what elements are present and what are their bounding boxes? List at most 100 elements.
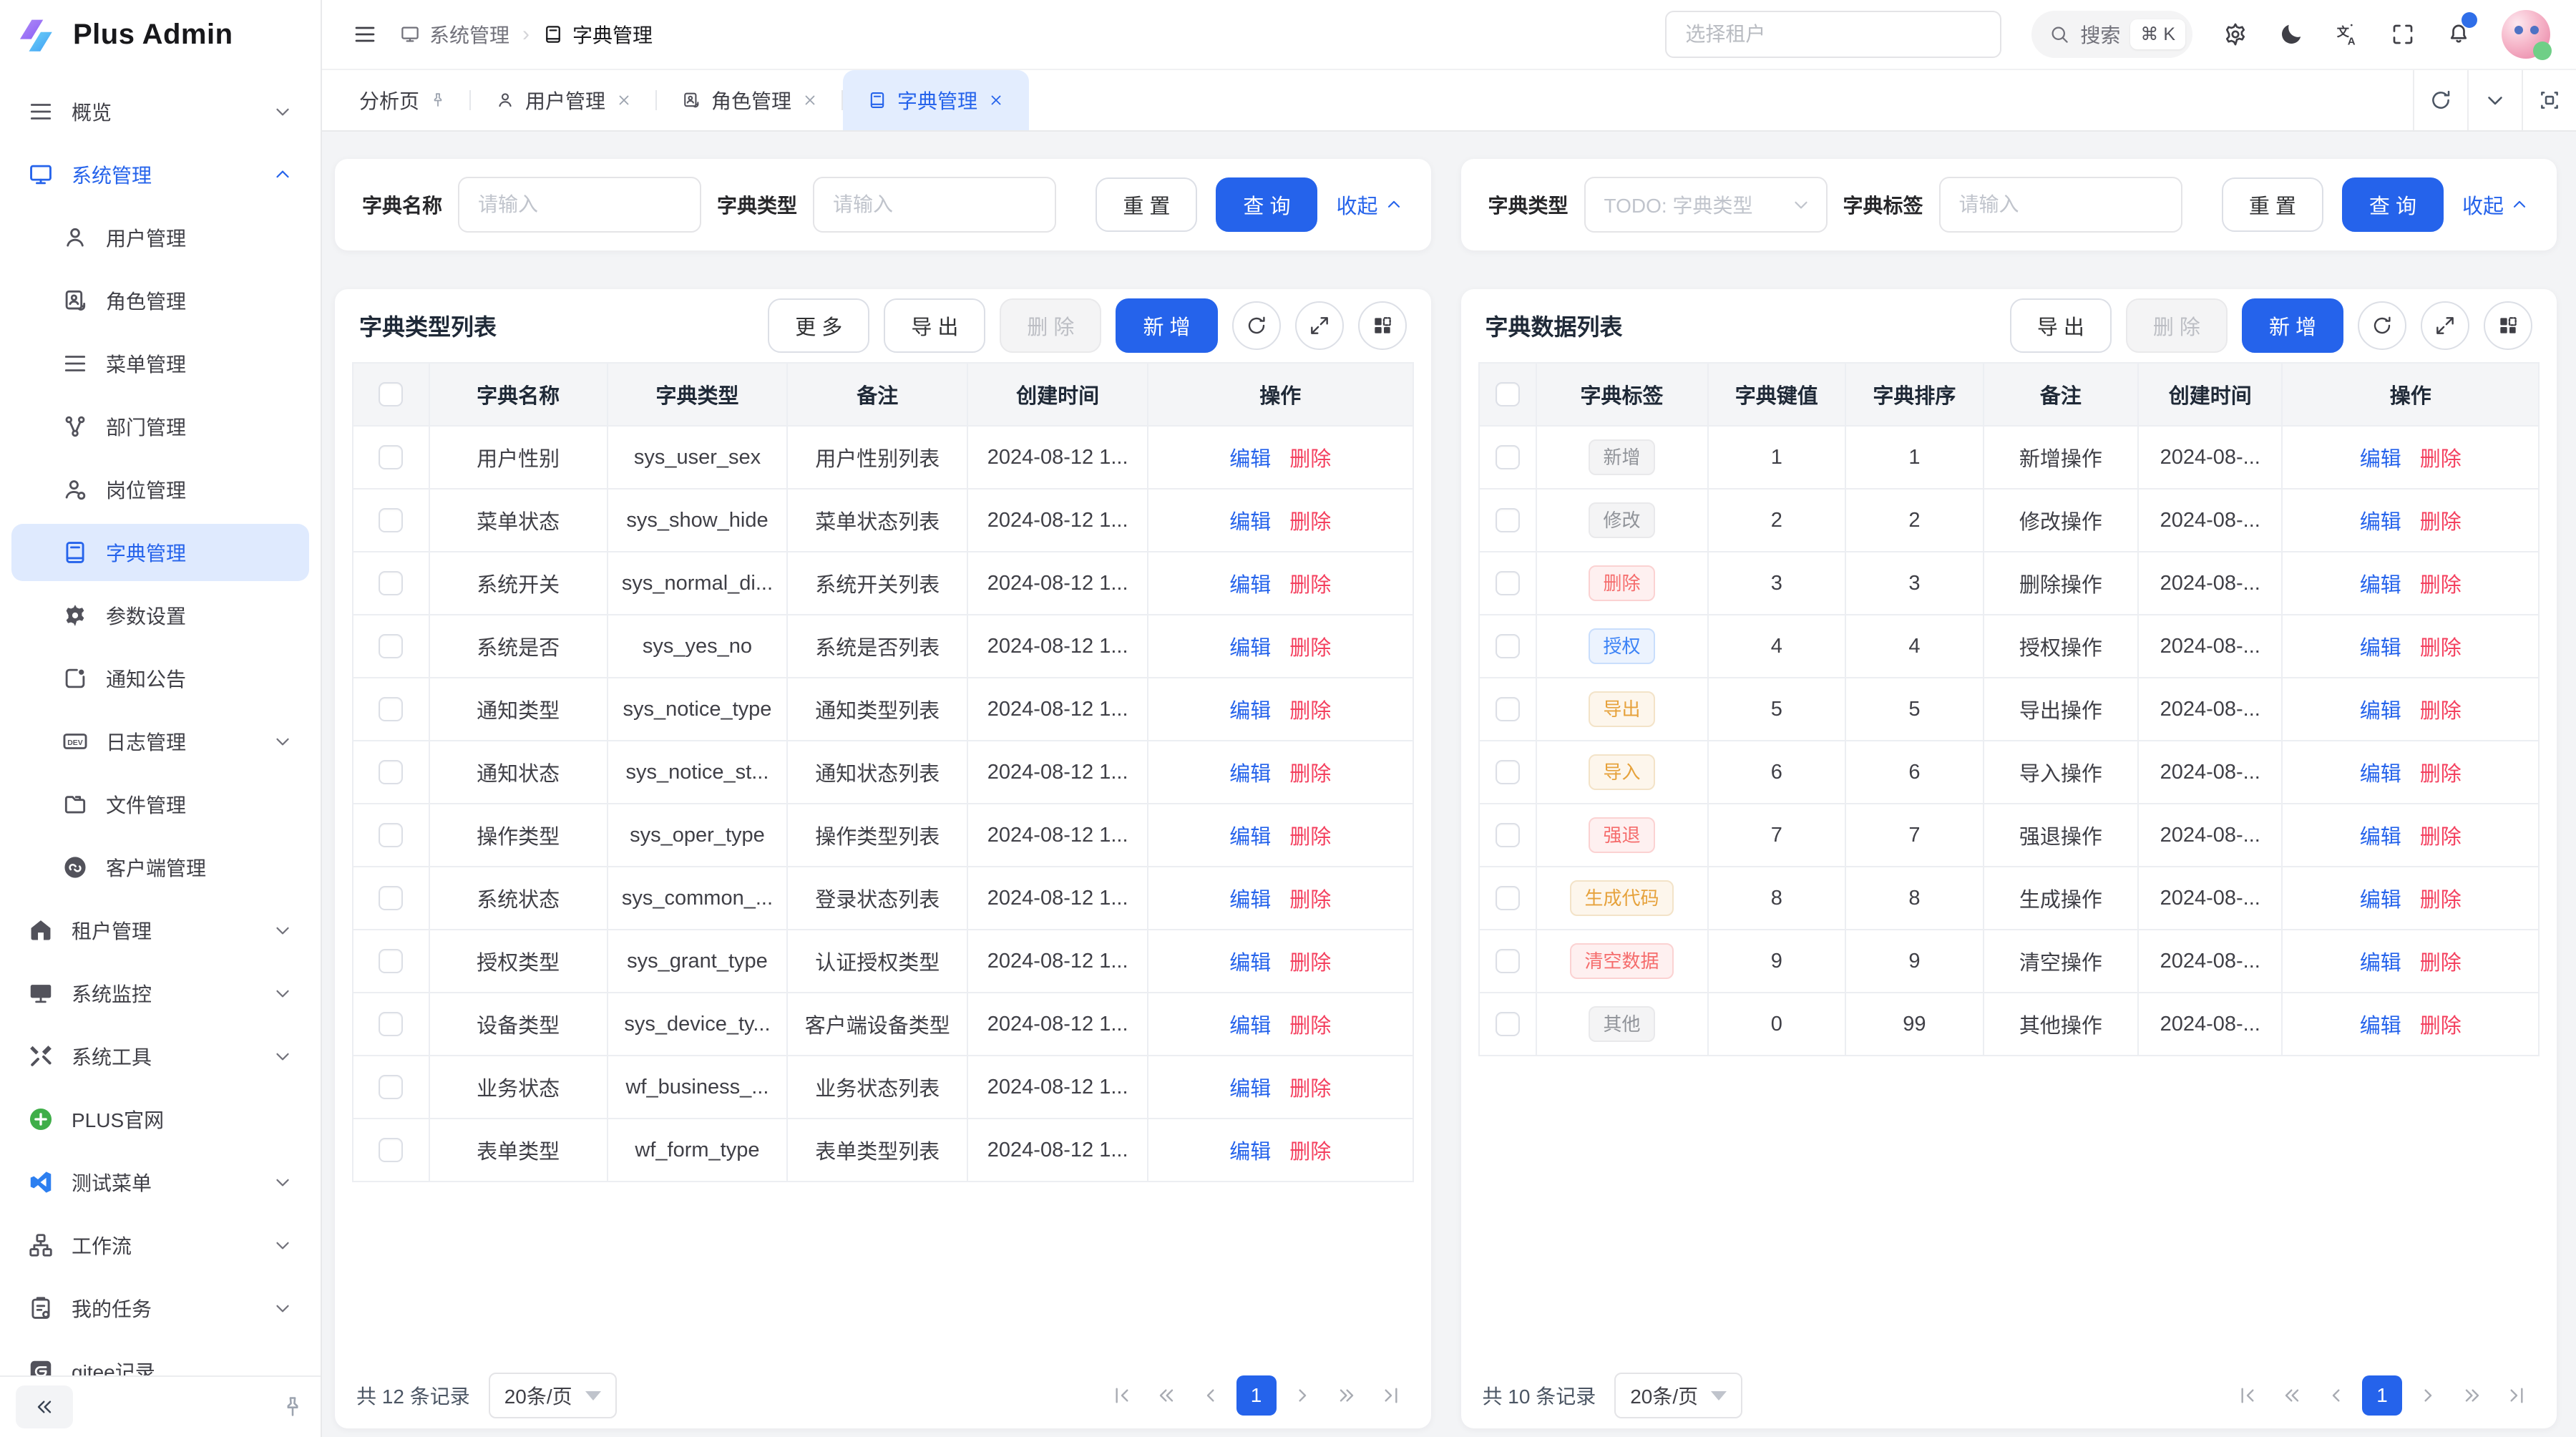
delete-link[interactable]: 删除: [1289, 1141, 1331, 1164]
pin-icon[interactable]: [429, 92, 447, 109]
edit-link[interactable]: 编辑: [2360, 763, 2401, 786]
query-button[interactable]: 查 询: [1216, 177, 1317, 232]
page-size-select[interactable]: 20条/页: [489, 1373, 617, 1418]
row-checkbox[interactable]: [1496, 1012, 1520, 1036]
delete-button[interactable]: 删 除: [2126, 298, 2228, 353]
row-checkbox[interactable]: [379, 571, 403, 595]
sidebar-item-log-management[interactable]: DEV日志管理: [11, 713, 309, 770]
row-checkbox[interactable]: [379, 1012, 403, 1036]
row-checkbox[interactable]: [1496, 445, 1520, 469]
collapse-filters-link[interactable]: 收起: [2462, 190, 2529, 220]
delete-link[interactable]: 删除: [2420, 1015, 2462, 1038]
more-button[interactable]: 更 多: [768, 298, 869, 353]
tab-user-management[interactable]: 用户管理: [471, 70, 657, 130]
tab-analysis[interactable]: 分析页: [335, 70, 471, 130]
sidebar-item-overview[interactable]: 概览: [11, 83, 309, 140]
sidebar-item-file-management[interactable]: 文件管理: [11, 776, 309, 833]
delete-button[interactable]: 删 除: [1000, 298, 1101, 353]
notifications-button[interactable]: [2446, 19, 2472, 50]
refresh-page-button[interactable]: [2413, 70, 2467, 130]
add-button[interactable]: 新 增: [2242, 298, 2343, 353]
sidebar-item-dict-management[interactable]: 字典管理: [11, 524, 309, 581]
edit-link[interactable]: 编辑: [1229, 511, 1271, 534]
row-checkbox[interactable]: [379, 949, 403, 973]
edit-link[interactable]: 编辑: [1229, 763, 1271, 786]
delete-link[interactable]: 删除: [1289, 700, 1331, 723]
row-checkbox[interactable]: [379, 1075, 403, 1099]
delete-link[interactable]: 删除: [2420, 889, 2462, 912]
row-checkbox[interactable]: [1496, 823, 1520, 847]
edit-link[interactable]: 编辑: [1229, 1141, 1271, 1164]
last-page-button[interactable]: [1372, 1377, 1410, 1414]
expand-table-button[interactable]: [1295, 301, 1344, 350]
sidebar-item-system-monitor[interactable]: 系统监控: [11, 965, 309, 1022]
row-checkbox[interactable]: [1496, 571, 1520, 595]
edit-link[interactable]: 编辑: [2360, 511, 2401, 534]
select-all-checkbox[interactable]: [379, 382, 403, 406]
global-search[interactable]: 搜索 ⌘ K: [2031, 11, 2192, 58]
refresh-table-button[interactable]: [2358, 301, 2406, 350]
sidebar-item-plus-site[interactable]: PLUS官网: [11, 1091, 309, 1148]
row-checkbox[interactable]: [379, 760, 403, 784]
dict-tag-input[interactable]: [1939, 177, 2182, 233]
delete-link[interactable]: 删除: [2420, 952, 2462, 975]
sidebar-item-test-menu[interactable]: 测试菜单: [11, 1154, 309, 1211]
row-checkbox[interactable]: [379, 634, 403, 658]
sidebar-item-notice[interactable]: 通知公告: [11, 650, 309, 707]
prev-page-button[interactable]: [1192, 1377, 1229, 1414]
first-page-button[interactable]: [1103, 1377, 1141, 1414]
close-icon[interactable]: [615, 92, 633, 109]
row-checkbox[interactable]: [1496, 760, 1520, 784]
collapse-filters-link[interactable]: 收起: [1336, 190, 1403, 220]
edit-link[interactable]: 编辑: [1229, 889, 1271, 912]
row-checkbox[interactable]: [1496, 508, 1520, 532]
row-checkbox[interactable]: [379, 823, 403, 847]
fullscreen-icon[interactable]: [2390, 21, 2416, 47]
delete-link[interactable]: 删除: [1289, 952, 1331, 975]
dict-type-select[interactable]: TODO: 字典类型: [1584, 177, 1828, 233]
avatar[interactable]: [2502, 10, 2550, 59]
dict-name-input[interactable]: [458, 177, 701, 233]
dict-type-input[interactable]: [813, 177, 1056, 233]
delete-link[interactable]: 删除: [2420, 574, 2462, 597]
delete-link[interactable]: 删除: [1289, 448, 1331, 471]
sidebar-item-post-management[interactable]: 岗位管理: [11, 461, 309, 518]
delete-link[interactable]: 删除: [1289, 1078, 1331, 1101]
page-size-select[interactable]: 20条/页: [1614, 1373, 1742, 1418]
edit-link[interactable]: 编辑: [2360, 1015, 2401, 1038]
row-checkbox[interactable]: [379, 508, 403, 532]
delete-link[interactable]: 删除: [2420, 637, 2462, 660]
row-checkbox[interactable]: [1496, 634, 1520, 658]
sidebar-item-system-management[interactable]: 系统管理: [11, 146, 309, 203]
moon-icon[interactable]: [2278, 21, 2304, 47]
row-checkbox[interactable]: [379, 697, 403, 721]
content-fullscreen-button[interactable]: [2522, 70, 2576, 130]
edit-link[interactable]: 编辑: [1229, 1015, 1271, 1038]
sidebar-item-user-management[interactable]: 用户管理: [11, 209, 309, 266]
sidebar-item-workflow[interactable]: 工作流: [11, 1217, 309, 1274]
delete-link[interactable]: 删除: [2420, 826, 2462, 849]
delete-link[interactable]: 删除: [1289, 763, 1331, 786]
edit-link[interactable]: 编辑: [2360, 952, 2401, 975]
next-pages-button[interactable]: [2454, 1377, 2491, 1414]
prev-page-button[interactable]: [2318, 1377, 2355, 1414]
edit-link[interactable]: 编辑: [1229, 637, 1271, 660]
column-settings-button[interactable]: [1358, 301, 1407, 350]
sidebar-item-dept-management[interactable]: 部门管理: [11, 398, 309, 455]
delete-link[interactable]: 删除: [1289, 574, 1331, 597]
last-page-button[interactable]: [2498, 1377, 2535, 1414]
select-all-checkbox[interactable]: [1496, 382, 1520, 406]
close-icon[interactable]: [987, 92, 1005, 109]
pin-icon[interactable]: [280, 1395, 305, 1419]
row-checkbox[interactable]: [1496, 886, 1520, 910]
delete-link[interactable]: 删除: [1289, 1015, 1331, 1038]
row-checkbox[interactable]: [1496, 697, 1520, 721]
edit-link[interactable]: 编辑: [2360, 889, 2401, 912]
tab-menu-button[interactable]: [2467, 70, 2522, 130]
first-page-button[interactable]: [2229, 1377, 2266, 1414]
export-button[interactable]: 导 出: [2010, 298, 2112, 353]
add-button[interactable]: 新 增: [1116, 298, 1217, 353]
row-checkbox[interactable]: [379, 886, 403, 910]
sidebar-item-menu-management[interactable]: 菜单管理: [11, 335, 309, 392]
reset-button[interactable]: 重 置: [1096, 177, 1197, 232]
